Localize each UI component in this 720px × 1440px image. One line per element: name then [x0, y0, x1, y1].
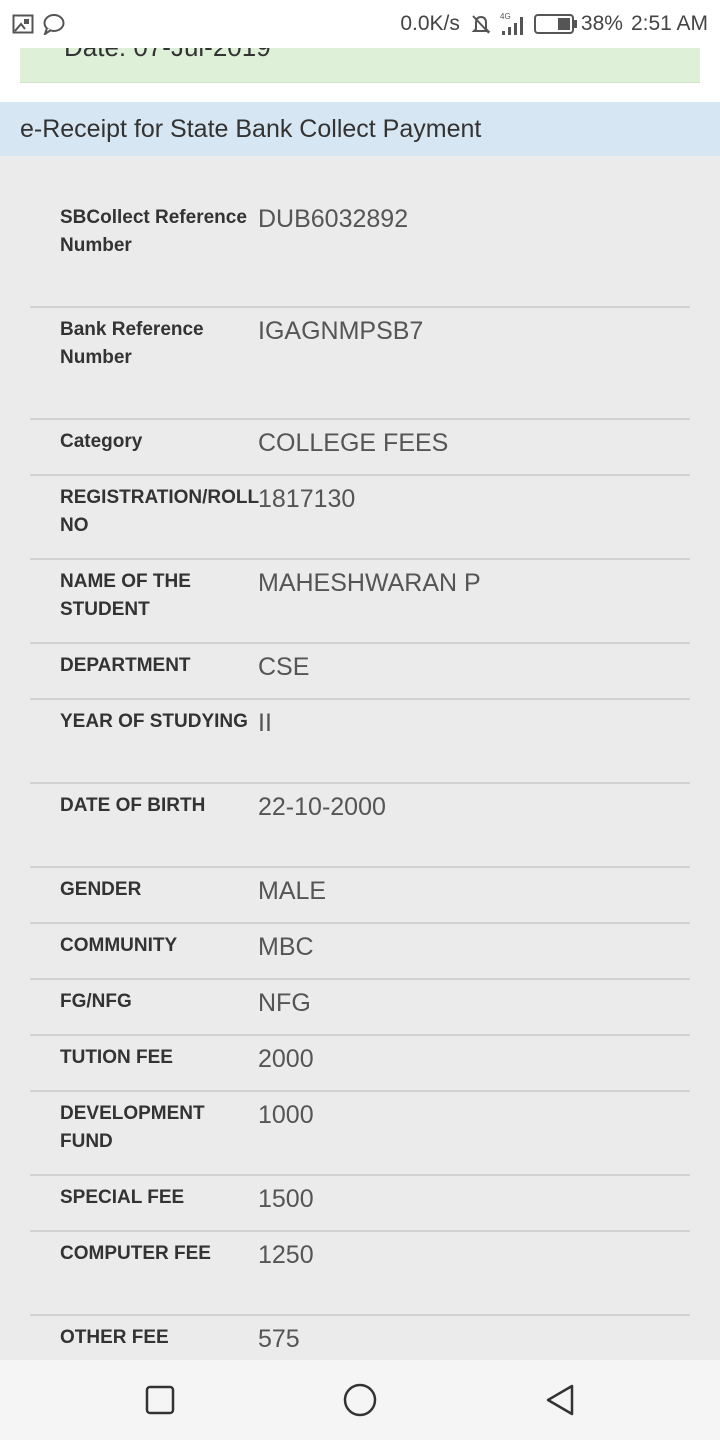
- table-row: Bank Reference Number IGAGNMPSB7: [30, 308, 690, 420]
- network-type: 4G: [500, 12, 511, 21]
- row-value: 2000: [258, 1045, 314, 1073]
- row-label: TUTION FEE: [60, 1047, 173, 1068]
- back-button[interactable]: [540, 1380, 580, 1420]
- table-row: NAME OF THE STUDENT MAHESHWARAN P: [30, 560, 690, 644]
- row-value: NFG: [258, 989, 311, 1017]
- row-value: CSE: [258, 653, 310, 681]
- status-right: 0.0K/s 4G 38% 2:51 AM: [394, 11, 720, 37]
- row-value: II: [258, 709, 272, 737]
- table-row: TUTION FEE 2000: [30, 1036, 690, 1092]
- circle-icon: [343, 1383, 377, 1417]
- date-banner: Date: 07-Jul-2019: [20, 48, 700, 83]
- row-label: DATE OF BIRTH: [60, 795, 206, 816]
- receipt-table: SBCollect Reference Number DUB6032892 Ba…: [30, 196, 690, 1360]
- row-label: COMMUNITY: [60, 935, 178, 956]
- table-row: DEPARTMENT CSE: [30, 644, 690, 700]
- row-label: DEPARTMENT: [60, 655, 191, 676]
- row-value: IGAGNMPSB7: [258, 317, 424, 345]
- battery: 38%: [533, 12, 623, 36]
- table-row: DEVELOPMENT FUND 1000: [30, 1092, 690, 1176]
- table-row: SBCollect Reference Number DUB6032892: [30, 196, 690, 308]
- row-value: MAHESHWARAN P: [258, 569, 481, 597]
- net-speed: 0.0K/s: [400, 12, 460, 35]
- date-text: Date: 07-Jul-2019: [64, 48, 271, 63]
- table-row: REGISTRATION/ROLL NO 1817130: [30, 476, 690, 560]
- receipt-body: SBCollect Reference Number DUB6032892 Ba…: [0, 156, 720, 1360]
- signal-icon: 4G: [500, 12, 523, 35]
- status-bar: 0.0K/s 4G 38% 2:51 AM: [0, 0, 720, 48]
- table-row: Category COLLEGE FEES: [30, 420, 690, 476]
- row-label: Bank Reference Number: [60, 319, 204, 368]
- row-value: MBC: [258, 933, 314, 961]
- clock: 2:51 AM: [630, 12, 708, 35]
- back-triangle-icon: [546, 1384, 574, 1416]
- mute-icon: [471, 15, 491, 34]
- table-row: COMMUNITY MBC: [30, 924, 690, 980]
- row-label: Category: [60, 431, 143, 452]
- receipt-title: e-Receipt for State Bank Collect Payment: [20, 114, 482, 143]
- status-left: [0, 13, 74, 35]
- row-value: MALE: [258, 877, 327, 905]
- row-label: OTHER FEE: [60, 1327, 169, 1348]
- row-value: 1250: [258, 1241, 314, 1269]
- navigation-bar: [0, 1360, 720, 1440]
- table-row: DATE OF BIRTH 22-10-2000: [30, 784, 690, 868]
- row-label: SPECIAL FEE: [60, 1187, 185, 1208]
- square-icon: [145, 1385, 175, 1415]
- row-label: FG/NFG: [60, 991, 132, 1012]
- receipt-header: e-Receipt for State Bank Collect Payment: [0, 102, 720, 157]
- row-label: COMPUTER FEE: [60, 1243, 211, 1264]
- battery-percent: 38%: [580, 12, 623, 35]
- home-button[interactable]: [340, 1380, 380, 1420]
- row-value: 575: [258, 1325, 300, 1353]
- page-content[interactable]: Date: 07-Jul-2019 e-Receipt for State Ba…: [0, 48, 720, 1360]
- row-label: NAME OF THE STUDENT: [60, 571, 191, 620]
- table-row: SPECIAL FEE 1500: [30, 1176, 690, 1232]
- row-value: 1500: [258, 1185, 314, 1213]
- recents-button[interactable]: [140, 1380, 180, 1420]
- row-label: YEAR OF STUDYING: [60, 711, 248, 732]
- table-row: GENDER MALE: [30, 868, 690, 924]
- row-value: 1817130: [258, 485, 356, 513]
- row-value: 22-10-2000: [258, 793, 386, 821]
- row-value: 1000: [258, 1101, 314, 1129]
- gallery-icon: [12, 14, 34, 34]
- row-label: SBCollect Reference Number: [60, 207, 247, 256]
- row-label: REGISTRATION/ROLL NO: [60, 487, 259, 536]
- row-value: DUB6032892: [258, 205, 409, 233]
- row-label: GENDER: [60, 879, 142, 900]
- table-row: OTHER FEE 575: [30, 1316, 690, 1360]
- row-value: COLLEGE FEES: [258, 429, 449, 457]
- chat-icon: [43, 14, 65, 35]
- row-label: DEVELOPMENT FUND: [60, 1103, 205, 1152]
- table-row: FG/NFG NFG: [30, 980, 690, 1036]
- table-row: COMPUTER FEE 1250: [30, 1232, 690, 1316]
- table-row: YEAR OF STUDYING II: [30, 700, 690, 784]
- battery-icon: [533, 14, 577, 34]
